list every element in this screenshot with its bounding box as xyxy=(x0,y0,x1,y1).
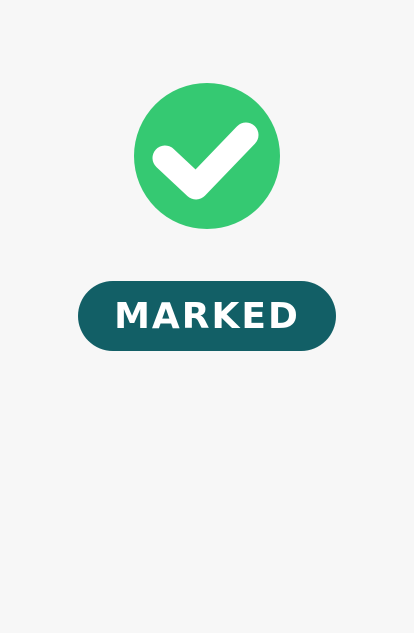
success-check-icon xyxy=(134,83,280,229)
status-screen: MARKED xyxy=(0,0,414,633)
status-label: MARKED xyxy=(114,296,300,337)
checkmark-icon xyxy=(152,122,259,200)
status-badge: MARKED xyxy=(78,281,336,351)
